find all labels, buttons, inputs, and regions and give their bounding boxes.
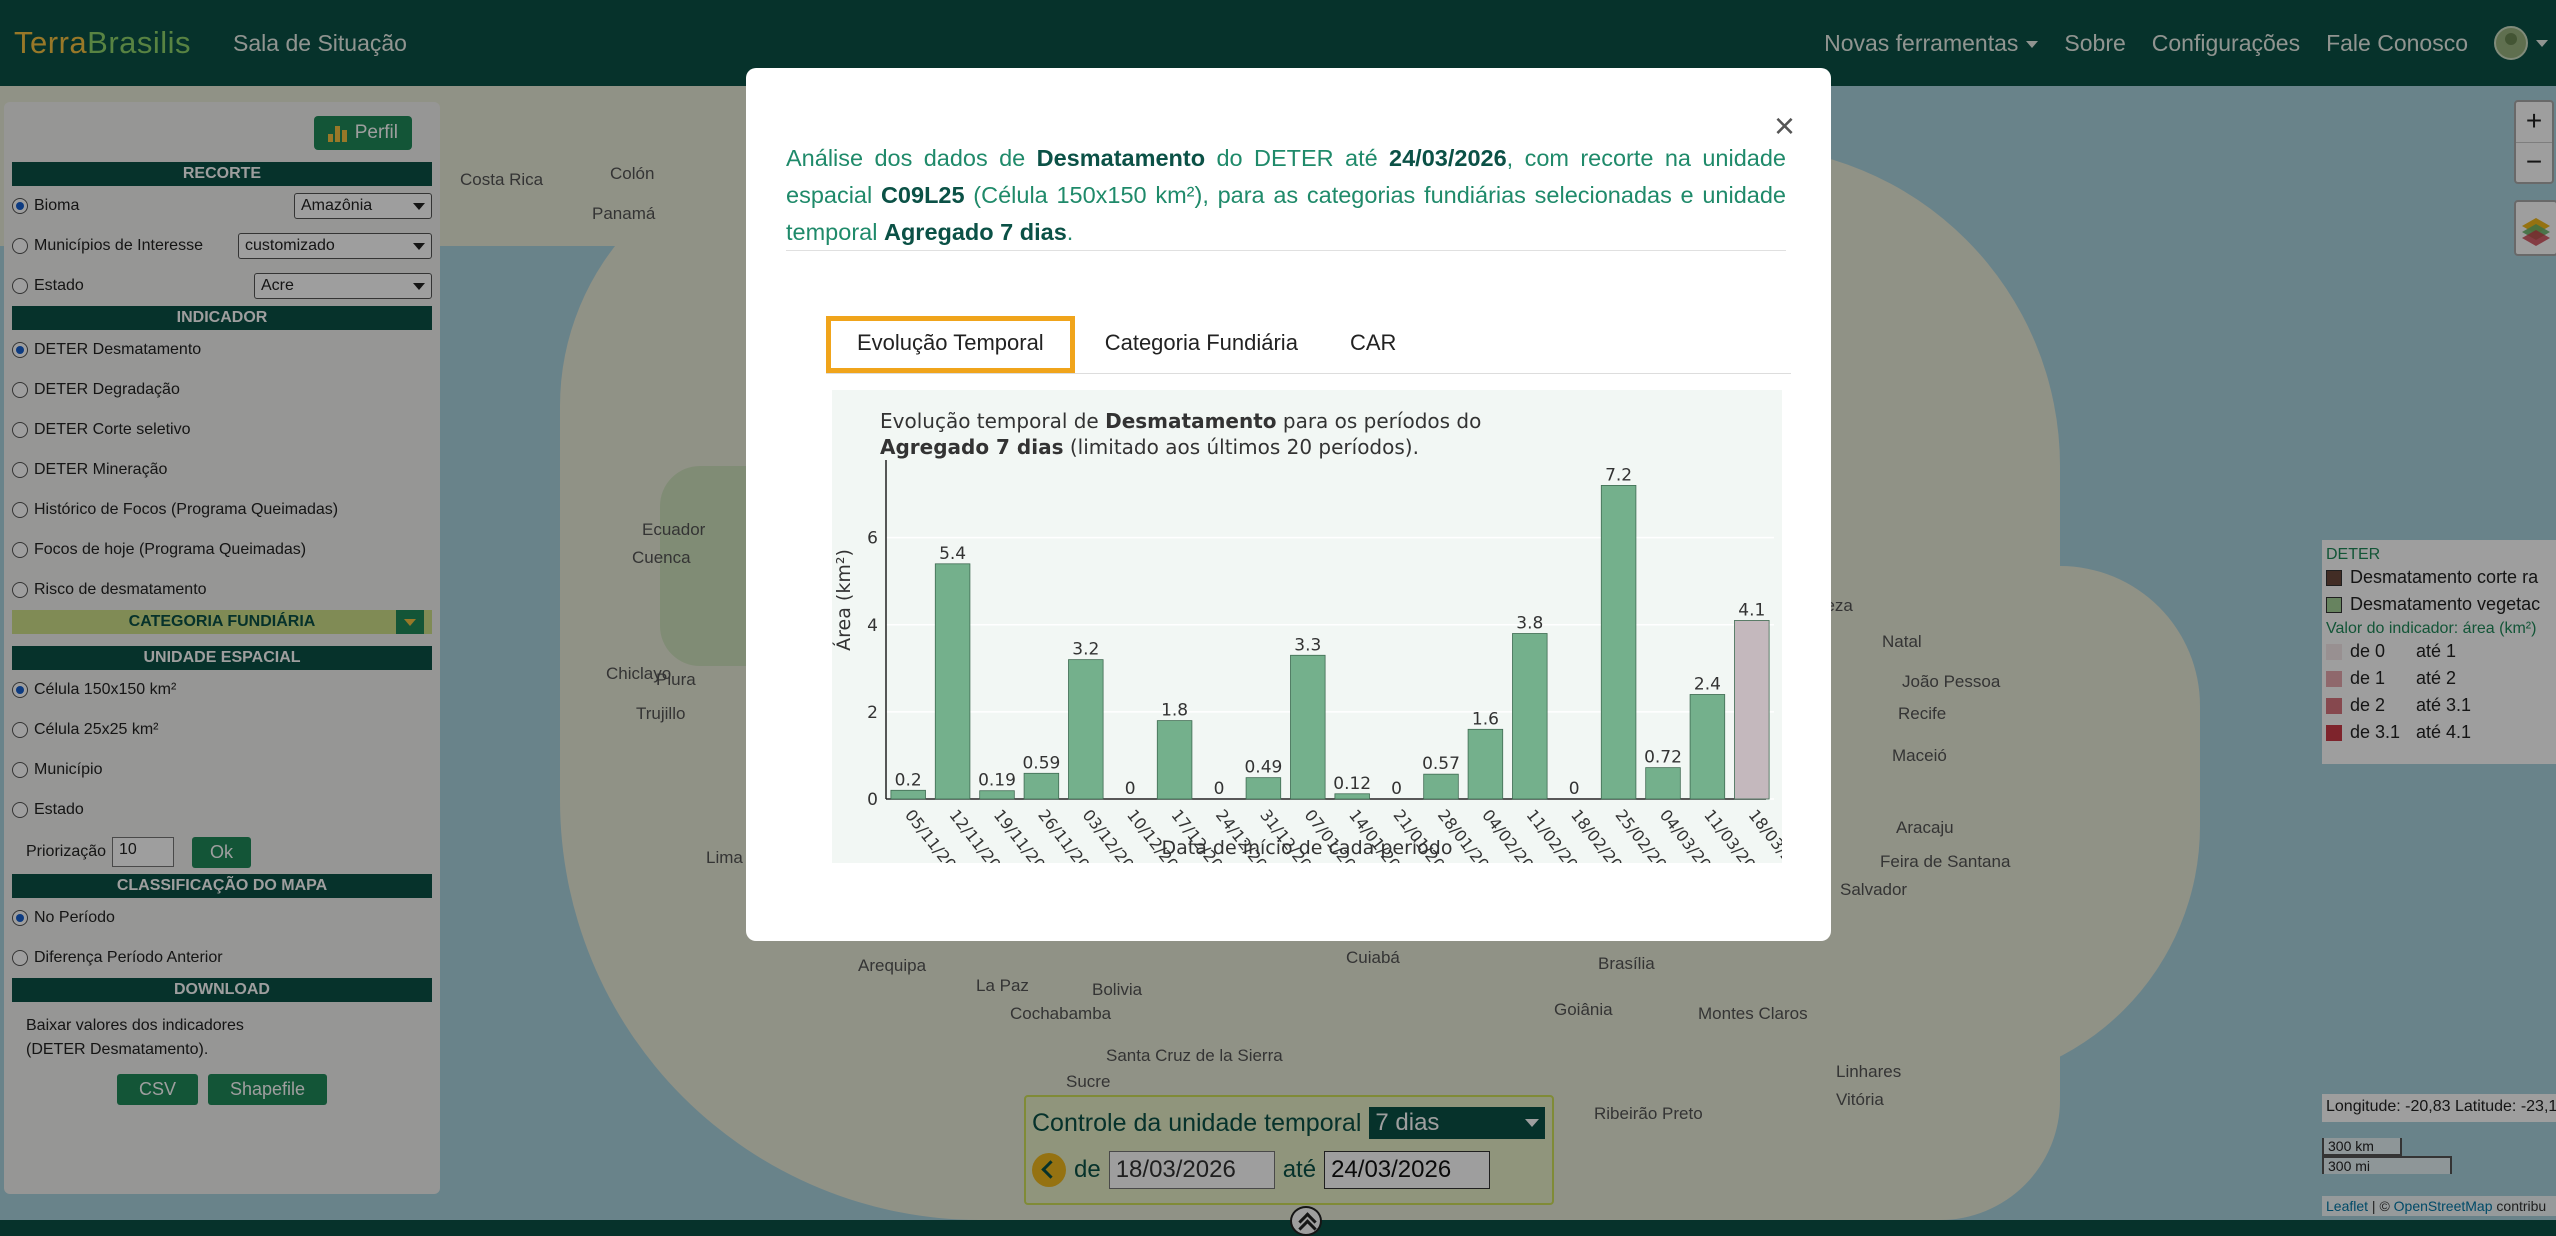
- y-tick-label: 0: [867, 790, 878, 810]
- bar-value-label: 4.1: [1738, 600, 1765, 620]
- bar-value-label: 0.12: [1333, 774, 1371, 794]
- bar-value-label: 0.19: [978, 771, 1016, 791]
- y-tick-label: 4: [867, 616, 878, 636]
- bar-value-label: 0: [1391, 779, 1402, 799]
- intro-highlight: 24/03/2026: [1389, 145, 1507, 171]
- intro-text: Análise dos dados de: [786, 145, 1037, 171]
- bar: [1245, 777, 1282, 800]
- y-tick-label: 2: [867, 703, 878, 723]
- bar-value-label: 7.2: [1605, 465, 1632, 485]
- close-button[interactable]: ×: [1774, 108, 1795, 144]
- intro-text: do DETER até: [1205, 145, 1390, 171]
- chart-title-line-2: Agregado 7 dias (limitado aos últimos 20…: [880, 435, 1419, 459]
- bar-value-label: 3.2: [1072, 640, 1099, 660]
- chart-title-line-1: Evolução temporal de Desmatamento para o…: [880, 409, 1481, 433]
- divider: [786, 250, 1786, 251]
- intro-highlight: Agregado 7 dias: [883, 219, 1067, 245]
- bar-value-label: 0.59: [1022, 753, 1060, 773]
- analysis-modal: × Análise dos dados de Desmatamento do D…: [746, 68, 1831, 941]
- bar-value-label: 0.2: [895, 770, 922, 790]
- y-tick-label: 6: [867, 529, 878, 549]
- bar: [1068, 659, 1104, 800]
- bar-value-label: 0.72: [1644, 748, 1682, 768]
- tab-categoria-fundiaria[interactable]: Categoria Fundiária: [1083, 316, 1320, 373]
- bar-chart: Evolução temporal de Desmatamento para o…: [832, 390, 1782, 863]
- bar-value-label: 0.49: [1244, 758, 1282, 778]
- bar: [1734, 620, 1770, 800]
- bar: [1600, 485, 1637, 800]
- intro-text: .: [1066, 219, 1074, 245]
- bar: [890, 789, 926, 800]
- bar: [1689, 694, 1726, 800]
- bar-value-label: 3.3: [1294, 635, 1321, 655]
- bar: [1290, 654, 1326, 800]
- bar: [1423, 773, 1459, 800]
- intro-highlight: Desmatamento: [1036, 145, 1206, 171]
- bar: [1156, 720, 1193, 800]
- bar: [1645, 767, 1681, 800]
- tab-evolucao-temporal[interactable]: Evolução Temporal: [826, 316, 1075, 373]
- bar-value-label: 2.4: [1694, 674, 1721, 694]
- bar-value-label: 0: [1214, 779, 1225, 799]
- bar-value-label: 0.57: [1422, 754, 1460, 774]
- tab-car[interactable]: CAR: [1328, 316, 1418, 373]
- chart-tabs: Evolução Temporal Categoria Fundiária CA…: [826, 316, 1791, 374]
- bar: [1467, 728, 1504, 800]
- bar: [1512, 633, 1548, 800]
- bar-value-label: 1.6: [1472, 709, 1499, 729]
- bar-value-label: 1.8: [1161, 701, 1188, 721]
- bar-value-label: 0: [1125, 779, 1136, 799]
- bar-value-label: 0: [1569, 779, 1580, 799]
- bar: [1023, 772, 1060, 800]
- bar: [934, 563, 971, 800]
- bar-value-label: 3.8: [1516, 614, 1543, 634]
- bar-value-label: 5.4: [939, 544, 966, 564]
- intro-highlight: C09L25: [880, 182, 965, 208]
- analysis-intro: Análise dos dados de Desmatamento do DET…: [786, 140, 1786, 251]
- bar: [979, 790, 1015, 800]
- bar: [1334, 793, 1370, 800]
- y-axis-label: Área (km²): [832, 549, 855, 651]
